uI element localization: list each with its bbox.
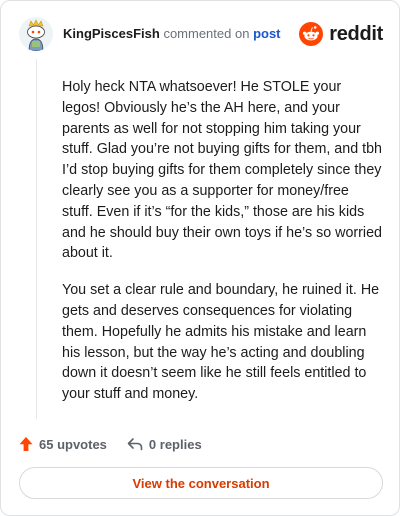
comment-actions: 65 upvotes 0 replies — [19, 435, 202, 453]
action-text: commented on — [163, 26, 250, 41]
embedded-comment-card: KingPiscesFish commented on post reddit … — [0, 0, 400, 516]
thread-line — [36, 59, 37, 419]
comment-byline: KingPiscesFish commented on post — [63, 26, 281, 42]
view-conversation-button[interactable]: View the conversation — [19, 467, 383, 499]
brand-wordmark: reddit — [329, 22, 383, 45]
comment-header: KingPiscesFish commented on post reddit — [19, 17, 383, 51]
post-link[interactable]: post — [253, 26, 280, 41]
replies-button[interactable]: 0 replies — [127, 437, 202, 452]
comment-paragraph: You set a clear rule and boundary, he ru… — [62, 282, 380, 403]
reddit-logo[interactable]: reddit — [299, 21, 383, 47]
username-link[interactable]: KingPiscesFish — [63, 26, 160, 41]
upvote-arrow-icon — [19, 437, 33, 451]
reply-count: 0 replies — [148, 436, 202, 452]
avatar[interactable] — [19, 17, 53, 51]
comment-body: Holy heck NTA whatsoever! He STOLE your … — [62, 77, 382, 421]
reply-arrow-icon — [127, 438, 143, 451]
snoo-avatar-icon — [19, 17, 53, 51]
reddit-snoo-icon — [299, 22, 324, 46]
comment-paragraph: Holy heck NTA whatsoever! He STOLE your … — [62, 79, 383, 262]
upvote-count: 65 upvotes — [39, 436, 107, 452]
upvote-button[interactable]: 65 upvotes — [19, 436, 107, 452]
